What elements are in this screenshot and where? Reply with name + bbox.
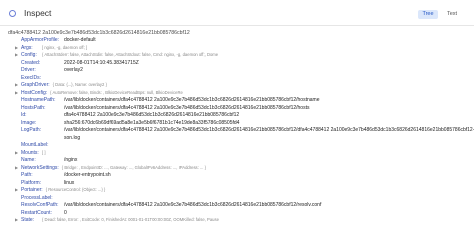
tree-row-key: Id: [21, 112, 27, 118]
tree-row-value: sha256:670dc6b69df69ad5a8e1a3e5b6f6781b1… [64, 119, 240, 126]
tree-row-key: Created: [21, 59, 41, 66]
tree-row-key: Args: [21, 44, 33, 51]
tree-view-button[interactable]: Tree [418, 10, 438, 19]
page-title: Inspect [24, 8, 52, 18]
tree-row[interactable]: Driver: overlay2 [0, 67, 474, 75]
expand-icon[interactable]: ▶ [15, 90, 18, 95]
tree-row-value: dfa4c4788412 2a100e9c3e7b486d53dc1b3c682… [64, 112, 240, 118]
tree-row-key: State: [21, 217, 35, 223]
tree-row[interactable]: ▶ NetworkSettings:{ Bridge: , EndpointID:… [0, 165, 474, 173]
tree-row-summary: { Bridge: , EndpointID: ..., Gateway: ..… [61, 164, 207, 170]
tree-row[interactable]: RestartCount: 0 [0, 210, 474, 218]
expand-icon[interactable]: ▶ [15, 187, 18, 192]
tree-row[interactable]: HostnamePath: /var/lib/docker/containers/… [0, 97, 474, 105]
tree-row[interactable]: LogPath: /var/lib/docker/containers/dfa4c… [0, 127, 474, 135]
tree-row[interactable]: ▶ Portainer:{ ResourceControl: {Object: .… [0, 187, 474, 195]
tree-row[interactable]: Image: sha256:670dc6b69df69ad5a8e1a3e5b6f… [0, 120, 474, 128]
expand-icon[interactable]: ▶ [15, 150, 18, 155]
tree-row-key: ResolvConfPath: [21, 202, 59, 208]
tree-row-summary: [ nginx, -g, daemon off; ] [42, 44, 88, 50]
tree-row-key: Image: [21, 119, 37, 126]
tree-row-key: Config: [21, 52, 37, 58]
tree-row-key: Portainer: [21, 187, 43, 193]
tree-row-value: docker-default [64, 37, 96, 43]
tree-row-summary: { AttachStderr: false, AttachStdin: fals… [42, 52, 219, 57]
tree-row-key: HostnamePath: [21, 97, 56, 103]
expand-icon[interactable]: ▶ [15, 45, 18, 50]
tree-row-key: Mounts: [21, 149, 39, 156]
tree-row-key: ExecIDs: [21, 74, 42, 81]
tree-row-key: Name: [21, 157, 36, 163]
tree-row[interactable]: ▶ HostConfig:{ AutoRemove: false, Binds: … [0, 90, 474, 98]
tree-row-value: /var/lib/docker/containers/dfa4c4788412 … [64, 104, 310, 111]
tree-row-key: GraphDriver: [21, 82, 50, 88]
inspect-icon [9, 10, 16, 17]
tree-row[interactable]: ProcessLabel: [0, 195, 474, 203]
tree-row-value: /var/lib/docker/containers/dfa4c4788412 … [64, 97, 320, 103]
tree-row[interactable]: AppArmorProfile: docker-default [0, 37, 474, 45]
tree-row-key: HostConfig: [21, 89, 48, 96]
tree-row-key: NetworkSettings: [21, 164, 59, 171]
inspect-header: Inspect Tree Text [0, 0, 474, 26]
tree-row-value: /var/lib/docker/containers/dfa4c4788412 … [64, 127, 474, 133]
tree-row[interactable]: son.log [0, 135, 474, 143]
tree-row[interactable]: Name: /nginx [0, 157, 474, 165]
tree-row-summary: { Dead: false, Error: , ExitCode: 0, Fin… [42, 217, 219, 222]
tree-row[interactable]: ▶ Mounts:[ ] [0, 150, 474, 158]
tree-row[interactable]: Platform: linux [0, 180, 474, 188]
tree-row-key: RestartCount: [21, 209, 52, 216]
header-divider [0, 25, 474, 26]
tree-row[interactable]: Created: 2022-08-01T14:10:45.38341715Z [0, 60, 474, 68]
tree-row-key: MountLabel: [21, 142, 49, 148]
tree-row-key: HostsPath: [21, 104, 46, 111]
tree-row-summary: { ResourceControl: {Object: ...} } [45, 187, 106, 192]
tree-row-key: Platform: [21, 179, 42, 186]
tree-row-value: son.log [64, 134, 81, 141]
tree-row-value: overlay2 [64, 67, 83, 73]
tree-row-value: /docker-entrypoint.sh [64, 172, 111, 178]
tree-row[interactable]: HostsPath: /var/lib/docker/containers/dfa… [0, 105, 474, 113]
tree-row[interactable]: ▶ Config: { AttachStderr: false, AttachStd… [0, 52, 474, 60]
expand-icon[interactable]: ▶ [15, 82, 18, 87]
tree-row[interactable]: ResolvConfPath: /var/lib/docker/container… [0, 202, 474, 210]
tree-row[interactable]: ▶ State: { Dead: false, Error: , ExitCode:… [0, 217, 474, 225]
tree-row-key: AppArmorProfile: [21, 37, 60, 43]
tree-row-value: 0 [64, 209, 67, 216]
expand-icon[interactable]: ▶ [15, 165, 18, 170]
tree-row-value: /nginx [64, 157, 78, 163]
tree-row-value: /var/lib/docker/containers/dfa4c4788412 … [64, 202, 322, 208]
tree-root-node[interactable]: dfa4c4788412 2a100e9c3e7b486d53dc1b3c682… [8, 30, 190, 36]
tree-row-key: Driver: [21, 67, 36, 73]
tree-row[interactable]: ExecIDs: [0, 75, 474, 83]
tree-row-value: 2022-08-01T14:10:45.38341715Z [64, 59, 139, 66]
tree-row-key: LogPath: [21, 127, 42, 133]
tree-row[interactable]: ▶ GraphDriver:{ Data: {...}, Name: overla… [0, 82, 474, 90]
tree-row-value: linux [64, 179, 75, 186]
tree-row[interactable]: ▶ Args: [ nginx, -g, daemon off; ] [0, 45, 474, 53]
tree-row[interactable]: Path: /docker-entrypoint.sh [0, 172, 474, 180]
tree-rows: AppArmorProfile: docker-default ▶ Args:[ ng… [0, 37, 474, 225]
tree-row-key: ProcessLabel: [21, 194, 53, 201]
tree-row-summary: { AutoRemove: false, Binds: , BlkioDevic… [50, 89, 183, 95]
expand-icon[interactable]: ▶ [15, 52, 18, 57]
tree-row-summary: [ ] [42, 149, 46, 155]
tree-row[interactable]: Id: dfa4c4788412 2a100e9c3e7b486d53dc1b3c… [0, 112, 474, 120]
tree-row-summary: { Data: {...}, Name: overlay2 } [52, 82, 107, 87]
tree-row-key: Path: [21, 172, 33, 178]
tree-row[interactable]: MountLabel: [0, 142, 474, 150]
expand-icon[interactable]: ▶ [15, 217, 18, 222]
text-view-button[interactable]: Text [440, 10, 464, 19]
